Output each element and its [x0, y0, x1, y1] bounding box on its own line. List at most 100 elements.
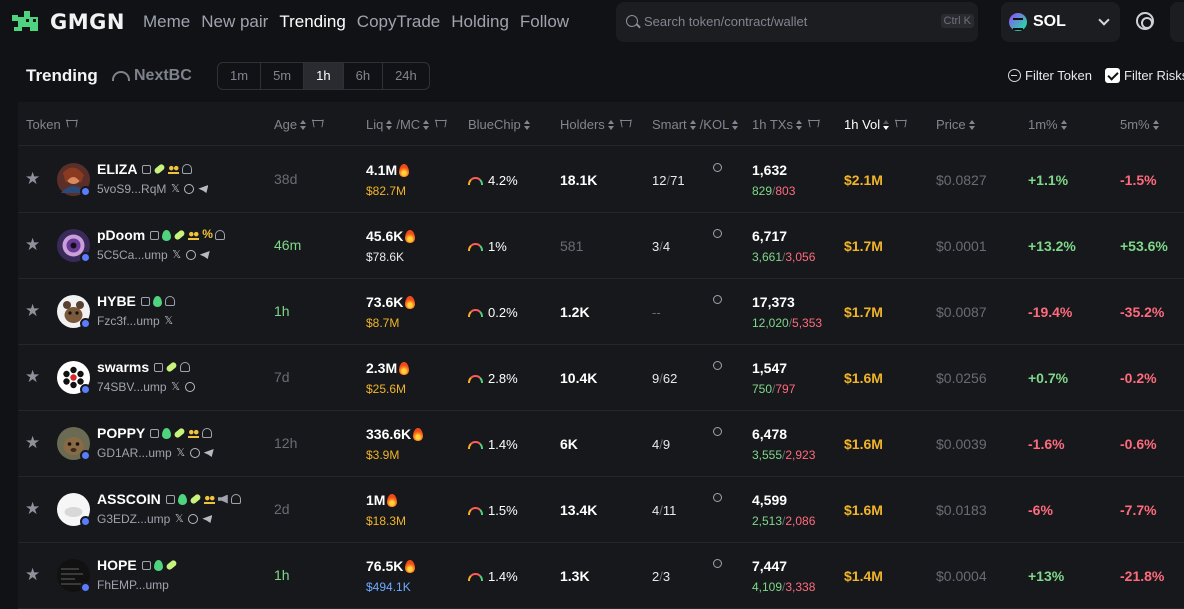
sort-icon[interactable] [300, 119, 307, 130]
token-symbol[interactable]: ELIZA [97, 161, 722, 177]
nav-trending[interactable]: Trending [279, 12, 345, 32]
gear-icon[interactable] [1136, 12, 1154, 30]
table-row[interactable]: ★ HYBE Fzc3f...ump 𝕏 1h 73.6K $8.7M 0.2% … [18, 279, 1184, 345]
star-icon[interactable]: ★ [25, 368, 41, 385]
header-vol[interactable]: 1h Vol [844, 117, 907, 132]
star-icon[interactable]: ★ [25, 566, 41, 583]
copy-icon[interactable] [141, 560, 151, 570]
filter-icon[interactable] [807, 119, 819, 130]
x-icon[interactable]: 𝕏 [170, 184, 180, 195]
nav-copytrade[interactable]: CopyTrade [357, 12, 440, 32]
sort-icon[interactable] [607, 119, 615, 130]
search-icon[interactable] [713, 229, 722, 238]
token-address[interactable]: G3EDZ...ump 𝕏 [97, 512, 213, 526]
nav-new-pair[interactable]: New pair [201, 12, 268, 32]
sort-icon[interactable] [795, 119, 803, 130]
token-address[interactable]: 5voS9...RqM 𝕏 [97, 182, 209, 196]
token-symbol[interactable]: swarms [97, 359, 722, 375]
token-symbol[interactable]: POPPY [97, 425, 722, 441]
telegram-icon[interactable] [203, 449, 214, 457]
star-icon[interactable]: ★ [25, 302, 41, 319]
telegram-icon[interactable] [198, 185, 209, 193]
search-icon[interactable] [713, 361, 722, 370]
filter-icon[interactable] [435, 119, 447, 130]
sort-icon[interactable] [689, 119, 697, 130]
token-address[interactable]: Fzc3f...ump 𝕏 [97, 314, 174, 328]
page-title[interactable]: Trending [26, 66, 98, 86]
filter-icon[interactable] [619, 119, 631, 130]
sort-icon[interactable] [523, 119, 531, 130]
search-icon[interactable] [713, 427, 722, 436]
nav-follow[interactable]: Follow [520, 12, 569, 32]
table-row[interactable]: ★ HOPE FhEMP...ump 1h 76.5K $494.1K 1.4%… [18, 543, 1184, 609]
filter-token-button[interactable]: Filter Token [1008, 68, 1092, 83]
table-row[interactable]: ★ POPPY GD1AR...ump 𝕏 12h 336.6K $3.9M 1.… [18, 411, 1184, 477]
header-holders[interactable]: Holders [560, 117, 631, 132]
token-symbol[interactable]: ASSCOIN [97, 491, 722, 507]
header-price[interactable]: Price [936, 117, 976, 132]
token-symbol[interactable]: HYBE [97, 293, 722, 309]
globe-icon[interactable] [189, 448, 200, 458]
period-24h[interactable]: 24h [383, 63, 429, 89]
search-icon[interactable] [713, 163, 722, 172]
star-icon[interactable]: ★ [25, 500, 41, 517]
header-age[interactable]: Age [274, 117, 324, 132]
sort-icon[interactable] [968, 119, 976, 130]
copy-icon[interactable] [154, 362, 164, 372]
nav-meme[interactable]: Meme [143, 12, 190, 32]
telegram-icon[interactable] [202, 515, 213, 523]
header-liq-mc[interactable]: Liq/MC [366, 117, 447, 132]
copy-icon[interactable] [140, 296, 150, 306]
header-5m[interactable]: 5m% [1120, 117, 1160, 132]
search-icon[interactable] [713, 559, 722, 568]
sort-icon[interactable] [1060, 119, 1068, 130]
copy-icon[interactable] [142, 164, 152, 174]
copy-icon[interactable] [150, 428, 160, 438]
wallet-button[interactable] [1170, 2, 1184, 42]
table-row[interactable]: ★ pDoom 5C5Ca...ump 𝕏 46m 45.6K $78.6K 1%… [18, 213, 1184, 279]
sort-icon[interactable] [1152, 119, 1160, 130]
chain-selector[interactable]: SOL [1001, 2, 1120, 42]
header-token[interactable]: Token [26, 117, 77, 132]
checkbox-checked-icon[interactable] [1105, 68, 1120, 83]
x-icon[interactable]: 𝕏 [172, 250, 182, 261]
search-icon[interactable] [713, 295, 722, 304]
filter-icon[interactable] [312, 119, 324, 130]
globe-icon[interactable] [188, 514, 199, 524]
globe-icon[interactable] [185, 250, 196, 260]
search-icon[interactable] [713, 493, 722, 502]
header-txs[interactable]: 1h TXs [752, 117, 819, 132]
period-1m[interactable]: 1m [218, 63, 262, 89]
period-5m[interactable]: 5m [261, 63, 305, 89]
star-icon[interactable]: ★ [25, 236, 41, 253]
search-bar[interactable]: Ctrl K [616, 2, 978, 42]
x-icon[interactable]: 𝕏 [164, 316, 174, 327]
header-bluechip[interactable]: BlueChip [468, 117, 531, 132]
copy-icon[interactable] [165, 494, 175, 504]
table-row[interactable]: ★ ELIZA 5voS9...RqM 𝕏 38d 4.1M $82.7M 4.2… [18, 147, 1184, 213]
sort-desc-icon[interactable] [883, 119, 890, 130]
filter-icon[interactable] [65, 119, 77, 130]
token-symbol[interactable]: pDoom [97, 227, 722, 243]
sort-icon[interactable] [732, 119, 739, 130]
period-6h[interactable]: 6h [344, 63, 384, 89]
token-symbol[interactable]: HOPE [97, 557, 722, 573]
globe-icon[interactable] [184, 382, 195, 392]
x-icon[interactable]: 𝕏 [174, 514, 184, 525]
x-icon[interactable]: 𝕏 [176, 448, 186, 459]
sort-icon[interactable] [423, 119, 430, 130]
header-1m[interactable]: 1m% [1028, 117, 1068, 132]
copy-icon[interactable] [150, 230, 160, 240]
nav-holding[interactable]: Holding [451, 12, 509, 32]
filter-icon[interactable] [895, 119, 907, 130]
sort-icon[interactable] [386, 119, 393, 130]
x-icon[interactable]: 𝕏 [171, 382, 181, 393]
gmgn-logo[interactable]: GMGN [10, 9, 125, 35]
table-row[interactable]: ★ ASSCOIN G3EDZ...ump 𝕏 2d 1M $18.3M 1.5%… [18, 477, 1184, 543]
period-1h[interactable]: 1h [304, 63, 344, 89]
token-address[interactable]: 74SBV...ump 𝕏 [97, 380, 195, 394]
token-address[interactable]: FhEMP...ump [97, 578, 169, 592]
token-address[interactable]: 5C5Ca...ump 𝕏 [97, 248, 210, 262]
token-address[interactable]: GD1AR...ump 𝕏 [97, 446, 214, 460]
star-icon[interactable]: ★ [25, 434, 41, 451]
